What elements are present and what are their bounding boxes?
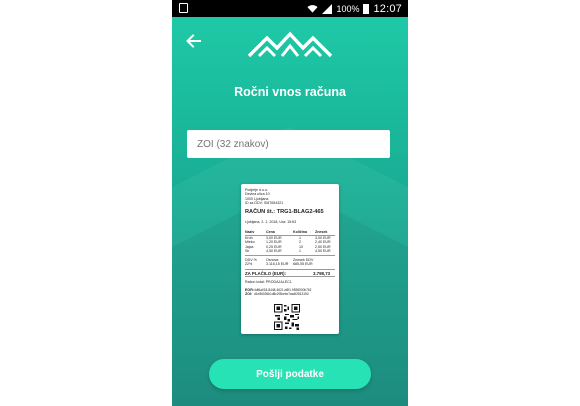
receipt-divider: [245, 276, 335, 277]
receipt-item-qty: 1: [299, 249, 301, 254]
receipt-col-amount: Znesek: [315, 230, 328, 234]
battery-icon: [363, 3, 370, 14]
receipt-vat-value: 3.116,15 EUR: [266, 262, 289, 267]
receipt-vat-value: 685,55 EUR: [293, 262, 313, 267]
receipt-col-name: Naziv: [245, 230, 255, 234]
receipt-place-date: Ljubljana, 2. 1. 2018, Ura: 15:63: [245, 220, 297, 224]
app-screen: Ročni vnos računa Podjetje d.o.o. Devina…: [172, 17, 408, 406]
wifi-icon: [307, 4, 318, 13]
receipt-vat-value: 22%: [245, 262, 253, 267]
battery-percentage: 100%: [336, 3, 360, 14]
receipt-col-price: Cena: [266, 230, 275, 234]
receipt-zoi-value: d1e86026b1d8c2f3bebc7aa4f2813150: [254, 292, 309, 297]
receipt-item-amount: 4,50 EUR: [315, 249, 331, 254]
receipt-total-label: ZA PLAČILO (EUR):: [245, 270, 287, 276]
zoi-input[interactable]: [187, 130, 390, 158]
receipt-item-price: 4,50 EUR: [266, 249, 282, 254]
receipt-tax-id: ID za DDV: SI87654321: [245, 201, 284, 206]
status-right: 100% 12:07: [307, 0, 402, 17]
receipt-invoice-number: RAČUN št.: TRG1-BLAG2-465: [245, 209, 324, 215]
phone-screen: 100% 12:07 Ročni vnos računa Podjetje d.…: [172, 0, 408, 406]
page-title: Ročni vnos računa: [234, 85, 346, 99]
signal-icon: [322, 3, 333, 14]
clock: 12:07: [373, 2, 402, 15]
receipt-divider: [245, 255, 335, 256]
notification-icon: [179, 3, 188, 13]
arrow-left-icon[interactable]: [185, 34, 201, 48]
mountains-logo-icon: [247, 31, 333, 58]
send-data-button[interactable]: Pošlji podatke: [209, 359, 371, 389]
receipt-item-name: Sir: [245, 249, 250, 254]
qr-code-icon: [274, 304, 300, 330]
status-bar: 100% 12:07: [172, 0, 408, 17]
receipt-issuer: Račun izdal: PRODAJALEC1: [245, 280, 292, 284]
receipt-total-value: 3.798,73: [313, 270, 331, 276]
receipt-col-qty: Količina: [293, 230, 307, 234]
receipt-zoi-label: ZOI:: [245, 292, 253, 297]
receipt-preview: Podjetje d.o.o. Devina ulica 10 1000 Lju…: [241, 184, 339, 334]
